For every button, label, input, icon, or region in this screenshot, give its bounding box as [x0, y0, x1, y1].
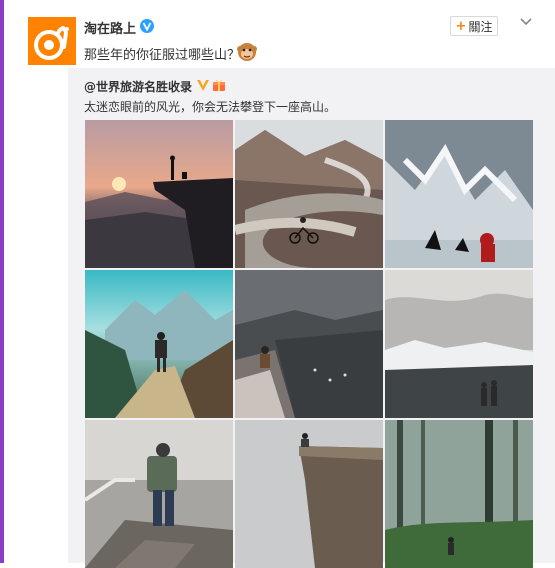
mountain-trail-hiker-photo[interactable] — [85, 270, 233, 418]
sunset-cliff-hikers-photo[interactable] — [85, 120, 233, 268]
monkey-face-emoji-icon — [237, 43, 257, 61]
snowy-plateau-couple-photo[interactable] — [385, 270, 533, 418]
gift-badge-icon — [213, 79, 225, 91]
repost-box: @世界旅游名胜收录 太迷恋眼前的风光，你会无法攀登下一座高山。 — [68, 68, 555, 568]
cliff-edge-valley-photo[interactable] — [235, 270, 383, 418]
repost-text: 太迷恋眼前的风光，你会无法攀登下一座高山。 — [84, 100, 337, 114]
snow-lake-orcas-photo[interactable] — [385, 120, 533, 268]
post-text: 那些年的你征服过哪些山？ — [84, 48, 241, 63]
stone-stairs-hiker-photo[interactable] — [85, 420, 233, 568]
post-author-name[interactable]: 淘在路上 — [84, 18, 136, 37]
avatar[interactable] — [28, 17, 76, 65]
follow-button[interactable]: + 關注 — [450, 16, 498, 36]
chevron-down-icon[interactable] — [518, 14, 534, 30]
foggy-forest-walker-photo[interactable] — [385, 420, 533, 568]
misty-cliff-sitter-photo[interactable] — [235, 420, 383, 568]
verified-v-badge-icon — [140, 19, 154, 33]
mountain-road-cyclist-photo[interactable] — [235, 120, 383, 268]
gold-v-badge-icon — [197, 80, 209, 91]
weibo-post-card: 淘在路上 那些年的你征服过哪些山？ + 關注 @世界旅游名胜收录 太迷恋眼前的风… — [4, 0, 555, 568]
snail-logo-icon — [28, 17, 76, 65]
plus-icon: + — [455, 18, 467, 34]
repost-author-name[interactable]: @世界旅游名胜收录 — [84, 78, 192, 95]
follow-label: 關注 — [468, 19, 493, 34]
